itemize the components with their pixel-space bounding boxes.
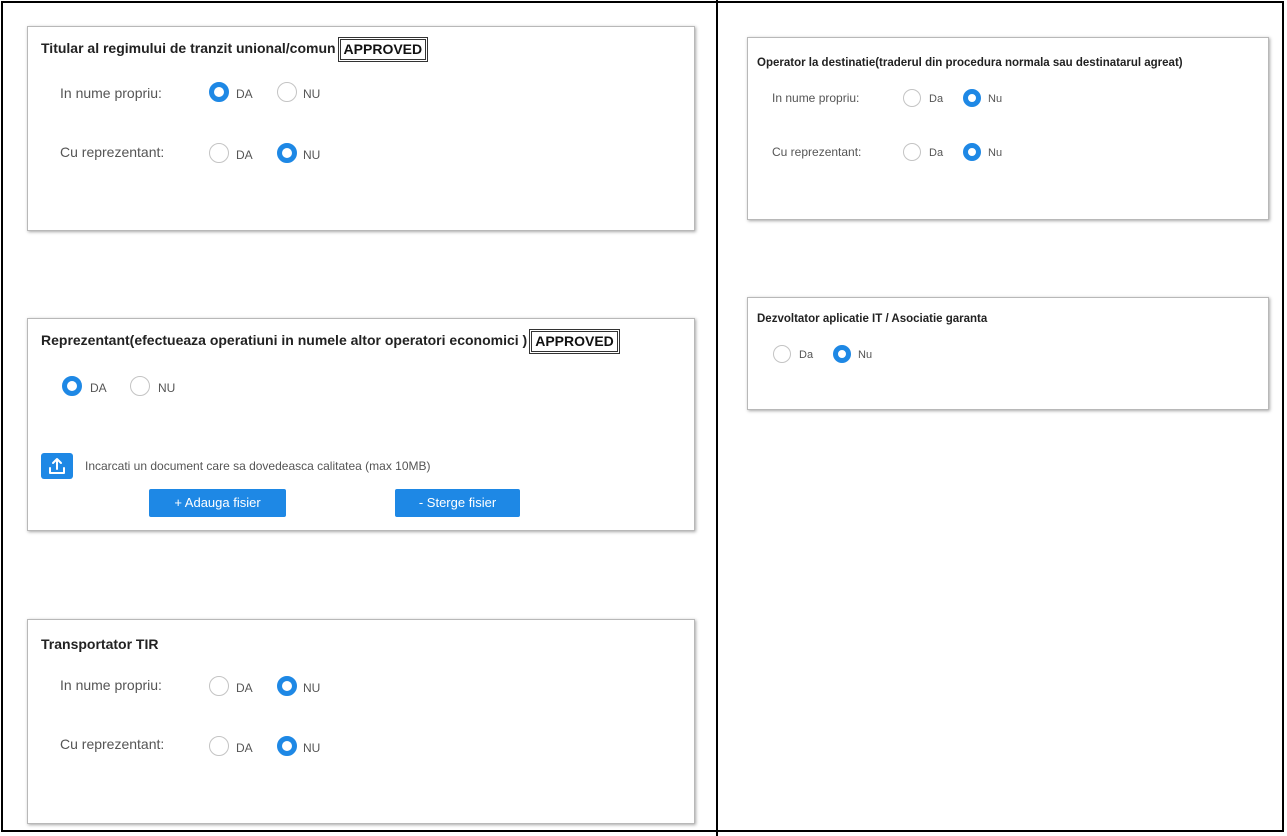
- reprezentant-nu-label: NU: [158, 381, 176, 395]
- titular-cu-reprezentant-da-radio[interactable]: [209, 143, 229, 163]
- dezvoltator-title: Dezvoltator aplicatie IT / Asociatie gar…: [757, 313, 988, 325]
- operator-cu-reprezentant-nu-radio[interactable]: [963, 143, 981, 161]
- reprezentant-title-row: Reprezentant(efectueaza operatiuni in nu…: [41, 329, 620, 354]
- titular-nume-propriu-label: In nume propriu:: [60, 85, 162, 101]
- reprezentant-nu-radio[interactable]: [130, 376, 150, 396]
- transportator-cu-reprezentant-label: Cu reprezentant:: [60, 736, 165, 752]
- transportator-nume-propriu-da-radio[interactable]: [209, 676, 229, 696]
- transportator-card: Transportator TIR In nume propriu: DA NU…: [27, 619, 695, 824]
- transportator-nume-propriu-nu-label: NU: [303, 681, 321, 695]
- transportator-nume-propriu-label: In nume propriu:: [60, 677, 162, 693]
- dezvoltator-nu-label: Nu: [858, 349, 873, 361]
- operator-card: Operator la destinatie(traderul din proc…: [747, 37, 1269, 220]
- titular-cu-reprezentant-nu-label: NU: [303, 148, 321, 162]
- titular-nume-propriu-da-label: DA: [236, 87, 253, 101]
- operator-nume-propriu-nu-label: Nu: [988, 93, 1003, 105]
- titular-cu-reprezentant-label: Cu reprezentant:: [60, 144, 165, 160]
- dezvoltator-card: Dezvoltator aplicatie IT / Asociatie gar…: [747, 297, 1269, 410]
- transportator-cu-reprezentant-da-label: DA: [236, 741, 253, 755]
- reprezentant-card: Reprezentant(efectueaza operatiuni in nu…: [27, 318, 695, 531]
- transportator-nume-propriu-nu-radio[interactable]: [277, 676, 297, 696]
- reprezentant-title: Reprezentant(efectueaza operatiuni in nu…: [41, 332, 528, 349]
- operator-nume-propriu-nu-radio[interactable]: [963, 89, 981, 107]
- titular-nume-propriu-nu-radio[interactable]: [277, 82, 297, 102]
- transportator-title: Transportator TIR: [41, 636, 159, 652]
- operator-nume-propriu-da-radio[interactable]: [903, 89, 921, 107]
- titular-nume-propriu-da-radio[interactable]: [209, 82, 229, 102]
- column-divider: [716, 0, 718, 836]
- dezvoltator-nu-radio[interactable]: [833, 345, 851, 363]
- titular-card: Titular al regimului de tranzit unional/…: [27, 26, 695, 231]
- upload-button[interactable]: [41, 453, 73, 479]
- operator-cu-reprezentant-label: Cu reprezentant:: [772, 145, 862, 159]
- upload-icon: [49, 458, 65, 474]
- dezvoltator-da-label: Da: [799, 349, 814, 361]
- titular-approved-badge: APPROVED: [337, 37, 429, 62]
- operator-nume-propriu-label: In nume propriu:: [772, 91, 860, 105]
- reprezentant-da-radio[interactable]: [62, 376, 82, 396]
- upload-hint-text: Incarcati un document care sa dovedeasca…: [85, 459, 431, 473]
- titular-title-row: Titular al regimului de tranzit unional/…: [41, 37, 429, 62]
- transportator-cu-reprezentant-nu-radio[interactable]: [277, 736, 297, 756]
- titular-title: Titular al regimului de tranzit unional/…: [41, 40, 336, 57]
- dezvoltator-da-radio[interactable]: [773, 345, 791, 363]
- add-file-button[interactable]: + Adauga fisier: [149, 489, 286, 517]
- transportator-cu-reprezentant-da-radio[interactable]: [209, 736, 229, 756]
- transportator-cu-reprezentant-nu-label: NU: [303, 741, 321, 755]
- titular-nume-propriu-nu-label: NU: [303, 87, 321, 101]
- reprezentant-da-label: DA: [90, 381, 107, 395]
- operator-cu-reprezentant-da-radio[interactable]: [903, 143, 921, 161]
- operator-cu-reprezentant-nu-label: Nu: [988, 147, 1003, 159]
- titular-cu-reprezentant-da-label: DA: [236, 148, 253, 162]
- delete-file-button[interactable]: - Sterge fisier: [395, 489, 520, 517]
- operator-title: Operator la destinatie(traderul din proc…: [757, 57, 1183, 69]
- titular-cu-reprezentant-nu-radio[interactable]: [277, 143, 297, 163]
- reprezentant-approved-badge: APPROVED: [529, 329, 620, 354]
- operator-cu-reprezentant-da-label: Da: [929, 147, 944, 159]
- operator-nume-propriu-da-label: Da: [929, 93, 944, 105]
- transportator-nume-propriu-da-label: DA: [236, 681, 253, 695]
